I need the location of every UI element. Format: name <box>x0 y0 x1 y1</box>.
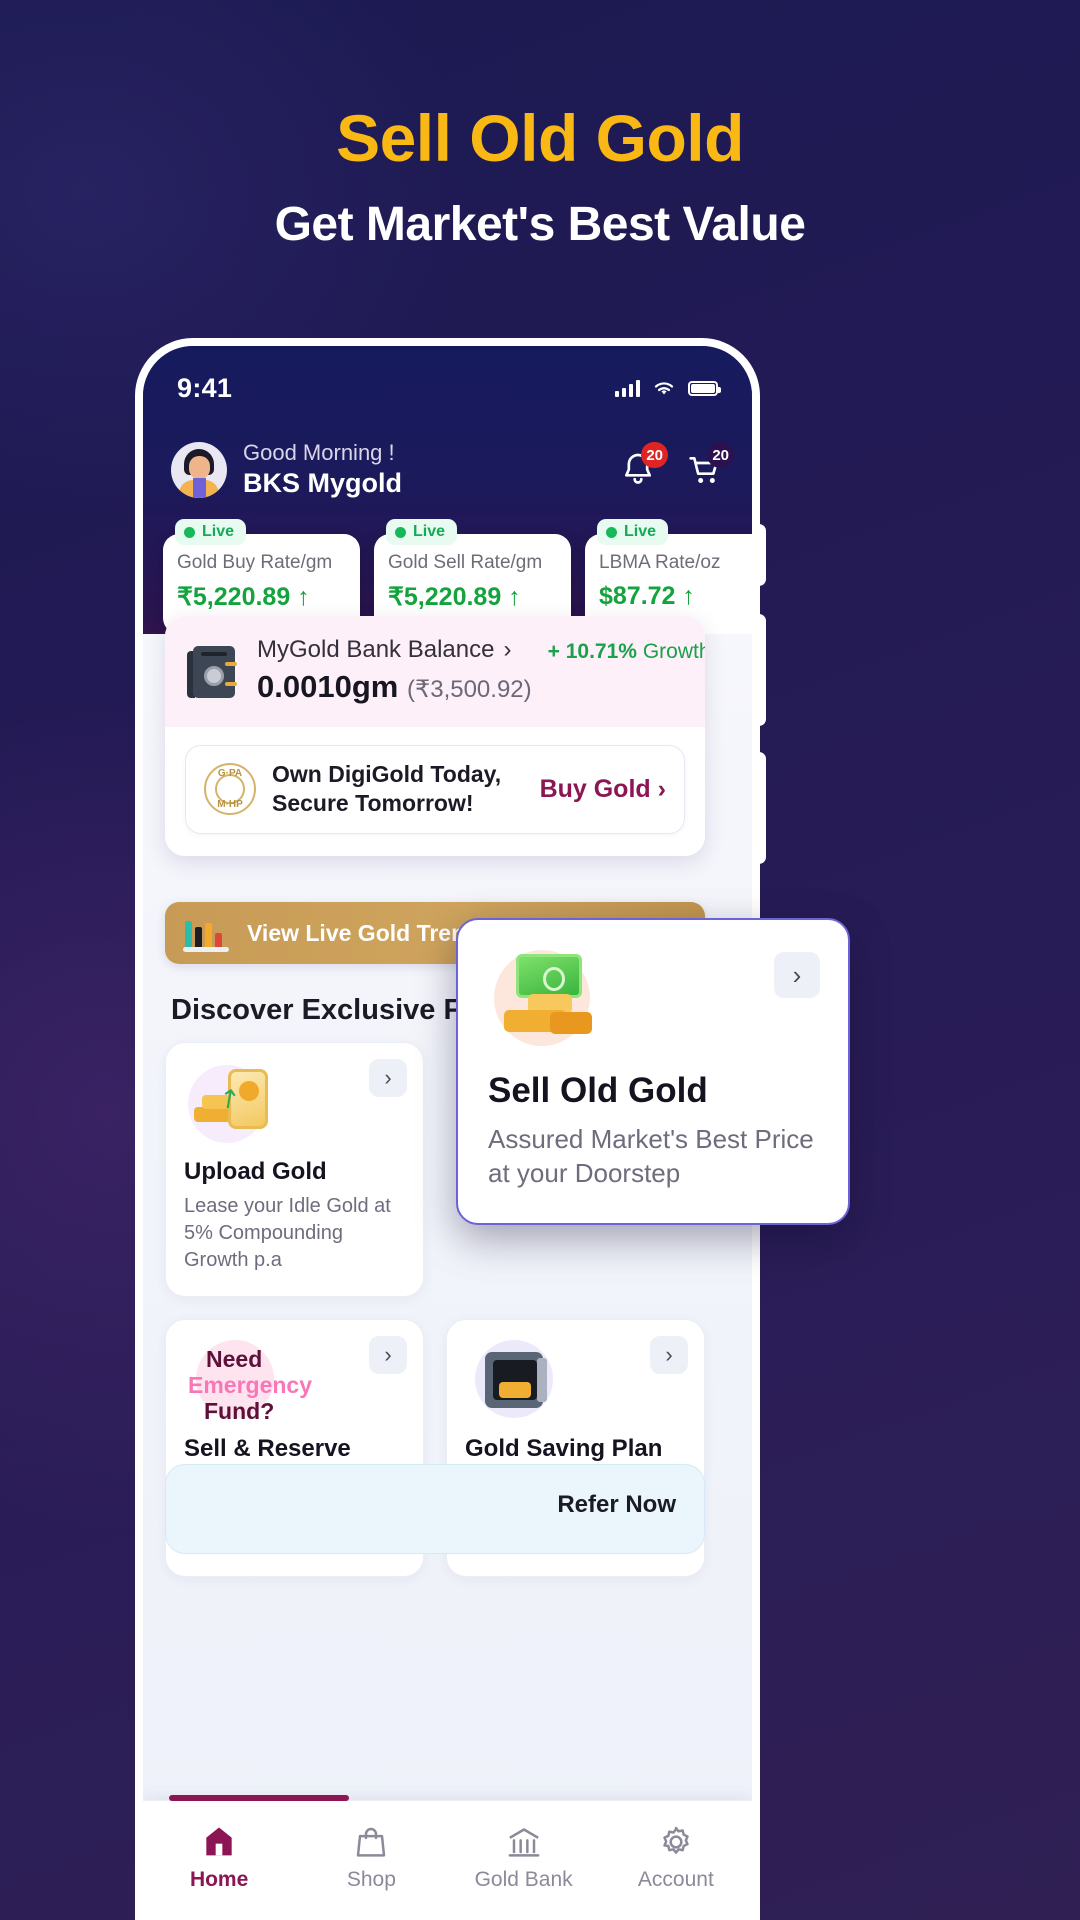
live-label: Live <box>624 523 657 540</box>
cart-button[interactable]: 20 <box>684 442 734 490</box>
digigold-promo-text: Own DigiGold Today, Secure Tomorrow! <box>272 760 501 819</box>
live-badge: Live <box>386 519 458 545</box>
chevron-right-icon[interactable]: › <box>650 1336 688 1374</box>
poster-headline: Sell Old Gold <box>336 101 744 175</box>
trend-up-icon: ↑ <box>297 582 310 611</box>
growth-label: Growth <box>642 640 705 663</box>
chevron-right-icon: › <box>503 636 512 663</box>
digigold-promo-line2: Secure Tomorrow! <box>272 790 474 817</box>
chevron-right-icon[interactable]: › <box>369 1059 407 1097</box>
balance-top[interactable]: MyGold Bank Balance › 0.0010gm (₹3,500.9… <box>165 616 705 727</box>
status-bar-time: 9:41 <box>177 372 233 403</box>
safe-icon <box>187 642 241 700</box>
bank-icon <box>504 1822 544 1862</box>
battery-icon <box>688 380 721 396</box>
nav-label: Shop <box>346 1867 396 1891</box>
balance-amount-inr: (₹3,500.92) <box>406 676 532 703</box>
feature-desc: Lease your Idle Gold at 5% Compounding G… <box>184 1193 405 1274</box>
bottom-navigation[interactable]: Home Shop Gold Bank Account <box>143 1795 752 1912</box>
live-label: Live <box>413 523 446 540</box>
bag-icon <box>351 1822 391 1862</box>
live-badge: Live <box>597 519 669 545</box>
balance-text: MyGold Bank Balance › 0.0010gm (₹3,500.9… <box>257 636 532 705</box>
content-sheet: MyGold Bank Balance › 0.0010gm (₹3,500.9… <box>143 616 752 1912</box>
mygold-bank-balance-card[interactable]: MyGold Bank Balance › 0.0010gm (₹3,500.9… <box>165 616 705 856</box>
trend-up-icon: ↑ <box>682 581 695 610</box>
digigold-promo[interactable]: G·PA M·HP Own DigiGold Today, Secure Tomo… <box>185 745 685 834</box>
user-name: BKS Mygold <box>243 468 402 499</box>
nav-label: Home <box>189 1867 249 1891</box>
art-line3: Fund? <box>204 1398 275 1424</box>
chevron-right-icon[interactable]: › <box>774 952 820 998</box>
rate-label: Gold Sell Rate/gm <box>388 552 543 573</box>
growth-value: + 10.71% <box>547 640 637 663</box>
feature-desc-line1: Lease your Idle Gold at <box>184 1195 391 1217</box>
nav-item-gold-bank[interactable]: Gold Bank <box>448 1822 600 1892</box>
wifi-icon <box>654 382 674 395</box>
notification-button[interactable]: 20 <box>618 442 668 490</box>
balance-title-row: MyGold Bank Balance › <box>257 636 532 664</box>
gold-coin-icon: G·PA M·HP <box>204 763 256 816</box>
balance-amount-row: 0.0010gm (₹3,500.92) <box>257 669 532 705</box>
feature-desc-line2: 5% Compounding Growth p.a <box>184 1222 343 1271</box>
feature-title: Gold Saving Plan <box>465 1435 663 1462</box>
upload-gold-art: ↗ <box>184 1061 292 1147</box>
header-actions: 20 20 <box>618 442 734 490</box>
nav-label: Gold Bank <box>474 1867 573 1891</box>
balance-bottom: G·PA M·HP Own DigiGold Today, Secure Tomo… <box>165 727 705 856</box>
sell-old-gold-art: ↑ <box>488 948 616 1060</box>
gold-saving-art <box>465 1338 573 1424</box>
rate-amount: ₹5,220.89 <box>177 582 291 611</box>
nav-item-home[interactable]: Home <box>143 1822 295 1892</box>
notification-badge: 20 <box>641 442 668 468</box>
rate-label: LBMA Rate/oz <box>599 552 721 573</box>
art-line2: Emergency <box>188 1372 313 1398</box>
avatar[interactable] <box>171 442 227 498</box>
balance-amount: 0.0010gm <box>257 669 399 704</box>
nav-item-shop[interactable]: Shop <box>295 1822 447 1892</box>
live-badge: Live <box>175 519 247 545</box>
rate-amount: $87.72 <box>599 581 676 610</box>
rate-amount: ₹5,220.89 <box>388 582 502 611</box>
refer-card-partial[interactable]: Refer Now <box>165 1464 705 1554</box>
sell-card-desc: Assured Market's Best Price at your Door… <box>488 1122 818 1191</box>
cart-badge: 20 <box>707 442 734 468</box>
sell-card-desc-line2: at your Doorstep <box>488 1158 681 1189</box>
feature-title: Upload Gold <box>184 1158 327 1185</box>
nav-item-account[interactable]: Account <box>600 1822 752 1892</box>
rate-label: Gold Buy Rate/gm <box>177 552 333 573</box>
balance-title: MyGold Bank Balance <box>257 636 495 663</box>
art-line1: Need <box>206 1346 263 1372</box>
buy-gold-label: Buy Gold <box>539 774 651 803</box>
rate-value: ₹5,220.89 ↑ <box>388 582 557 612</box>
poster-subheadline: Get Market's Best Value <box>274 198 806 252</box>
rate-value: $87.72 ↑ <box>599 582 752 611</box>
drag-handle <box>169 1795 349 1801</box>
digigold-promo-line1: Own DigiGold Today, <box>272 761 502 787</box>
status-bar-icons <box>615 379 721 397</box>
emergency-fund-art: Need Emergency Fund? <box>184 1338 312 1424</box>
app-header: Good Morning ! BKS Mygold 20 20 <box>143 430 752 510</box>
refer-now-label: Refer Now <box>557 1491 676 1518</box>
rate-value: ₹5,220.89 ↑ <box>177 582 346 612</box>
feature-card-upload-gold[interactable]: › ↗ Upload Gold Lease your Idle Gold at … <box>165 1042 424 1297</box>
sell-card-desc-line1: Assured Market's Best Price <box>488 1124 814 1154</box>
buy-gold-button[interactable]: Buy Gold › <box>540 775 666 804</box>
greeting-text: Good Morning ! <box>243 439 395 465</box>
sell-card-title: Sell Old Gold <box>488 1071 708 1110</box>
trend-up-icon: ↑ <box>508 582 521 611</box>
chevron-right-icon[interactable]: › <box>369 1336 407 1374</box>
nav-label: Account <box>637 1867 714 1891</box>
poster-header: Sell Old Gold Get Market's Best Value <box>0 0 1080 252</box>
live-label: Live <box>202 523 235 540</box>
status-bar: 9:41 <box>143 368 752 408</box>
bar-chart-icon <box>183 914 229 952</box>
chevron-right-icon: › <box>657 774 666 803</box>
signal-icon <box>615 379 640 397</box>
sell-old-gold-highlight-card[interactable]: › ↑ Sell Old Gold Assured Market's Best … <box>456 918 850 1225</box>
greeting-block: Good Morning ! BKS Mygold <box>243 439 402 501</box>
growth-indicator: + 10.71% Growth <box>548 640 705 664</box>
home-icon <box>199 1822 239 1862</box>
gear-icon <box>656 1822 696 1862</box>
